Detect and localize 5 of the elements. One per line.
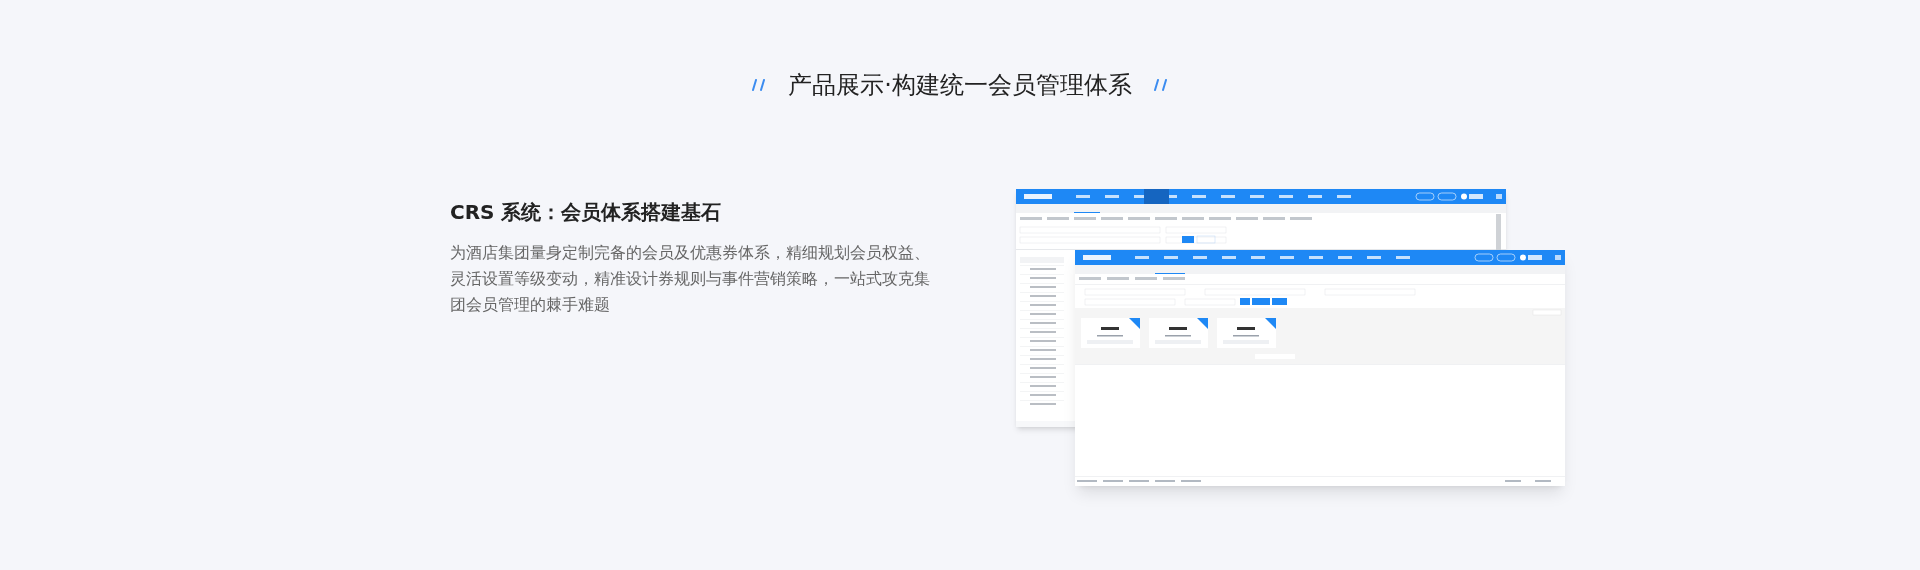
double-slash-icon bbox=[752, 79, 767, 91]
feature-heading: CRS 系统：会员体系搭建基石 bbox=[450, 199, 723, 226]
double-slash-icon bbox=[1153, 79, 1168, 91]
section-title: 产品展示·构建统一会员管理体系 bbox=[788, 70, 1132, 101]
feature-description: 为酒店集团量身定制完备的会员及优惠券体系，精细规划会员权益、灵活设置等级变动，精准设计券规则与事件营销策略，一站式攻克集团会员管理的棘手难题 bbox=[450, 242, 931, 316]
